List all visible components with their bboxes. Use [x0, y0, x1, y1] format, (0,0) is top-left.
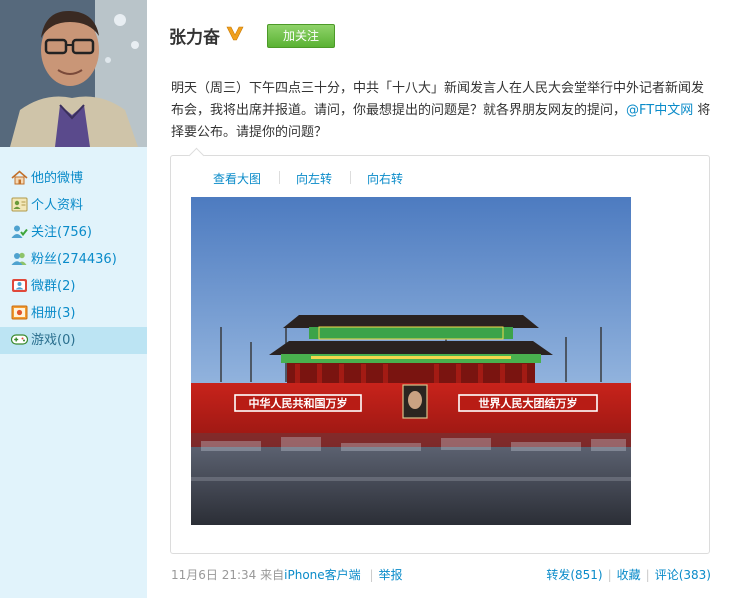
sidebar-item-label: 相册(3)	[31, 306, 76, 321]
post-actions: 转发(851) | 收藏 | 评论(383)	[546, 566, 711, 583]
source-prefix: 来自	[260, 568, 285, 582]
divider: |	[369, 568, 374, 582]
sidebar-item-label: 微群(2)	[31, 279, 76, 294]
report-link[interactable]: 举报	[379, 568, 403, 582]
sidebar-item-profile[interactable]: 个人资料	[0, 192, 147, 219]
group-icon	[11, 276, 28, 292]
following-icon	[11, 222, 28, 238]
follow-button[interactable]: 加关注	[267, 24, 335, 48]
home-icon	[11, 168, 28, 185]
sidebar-item-label: 游戏(0)	[31, 333, 76, 348]
rotate-left-button[interactable]: 向左转	[296, 170, 332, 187]
sidebar-item-group[interactable]: 微群(2)	[0, 273, 147, 300]
divider	[350, 171, 351, 184]
fans-icon	[11, 249, 28, 265]
favorite-link[interactable]: 收藏	[617, 568, 641, 582]
sidebar-item-following[interactable]: 关注(756)	[0, 219, 147, 246]
post-time[interactable]: 11月6日 21:34	[171, 568, 256, 582]
sidebar-item-label: 粉丝(274436)	[31, 252, 117, 267]
source-link[interactable]: iPhone客户端	[284, 568, 361, 582]
sidebar-item-weibo[interactable]: 他的微博	[0, 165, 147, 192]
banner-left: 中华人民共和国万岁	[249, 396, 348, 410]
post-footer: 11月6日 21:34 来自iPhone客户端 | 举报 转发(851) | 收藏 | 评…	[171, 566, 711, 584]
post-text: 明天（周三）下午四点三十分，中共「十八大」新闻发言人在人民大会堂举行中外记者新闻…	[171, 78, 711, 144]
sidebar-item-label: 个人资料	[31, 198, 84, 213]
post-photo[interactable]: 中华人民共和国万岁 世界人民大团结万岁	[191, 197, 631, 525]
sidebar-nav: 他的微博 个人资料 关注(756) 粉丝(274436) 微群(2) 相册(3)	[0, 165, 147, 354]
divider: |	[645, 568, 650, 582]
post-text-body: 明天（周三）下午四点三十分，中共「十八大」新闻发言人在人民大会堂举行中外记者新闻…	[171, 81, 705, 118]
repost-link[interactable]: 转发(851)	[546, 568, 602, 582]
mention-link[interactable]: @FT中文网	[626, 103, 693, 118]
sidebar-item-fans[interactable]: 粉丝(274436)	[0, 246, 147, 273]
game-icon	[10, 330, 29, 345]
user-name[interactable]: 张力奋	[169, 23, 220, 48]
avatar-photo	[0, 0, 147, 147]
avatar[interactable]	[0, 0, 147, 147]
main-content: 张力奋 加关注 明天（周三）下午四点三十分，中共「十八大」新闻发言人在人民大会堂…	[147, 0, 732, 598]
box-pointer-arrow	[188, 147, 205, 164]
media-expanded-box: 查看大图 向左转 向右转 中华人民共和国万岁 世界人民大团结万岁	[170, 147, 710, 554]
album-icon	[11, 303, 28, 320]
view-large-button[interactable]: 查看大图	[213, 170, 261, 187]
banner-right: 世界人民大团结万岁	[479, 396, 578, 410]
sidebar-item-label: 关注(756)	[31, 225, 92, 240]
divider: |	[607, 568, 612, 582]
divider	[279, 171, 280, 184]
comment-link[interactable]: 评论(383)	[655, 568, 711, 582]
sidebar-item-games[interactable]: 游戏(0)	[0, 327, 147, 354]
sidebar: 他的微博 个人资料 关注(756) 粉丝(274436) 微群(2) 相册(3)	[0, 0, 147, 598]
profile-icon	[11, 195, 28, 212]
rotate-right-button[interactable]: 向右转	[367, 170, 403, 187]
sidebar-item-album[interactable]: 相册(3)	[0, 300, 147, 327]
sidebar-item-label: 他的微博	[31, 171, 84, 186]
verified-v-icon[interactable]	[226, 25, 244, 45]
